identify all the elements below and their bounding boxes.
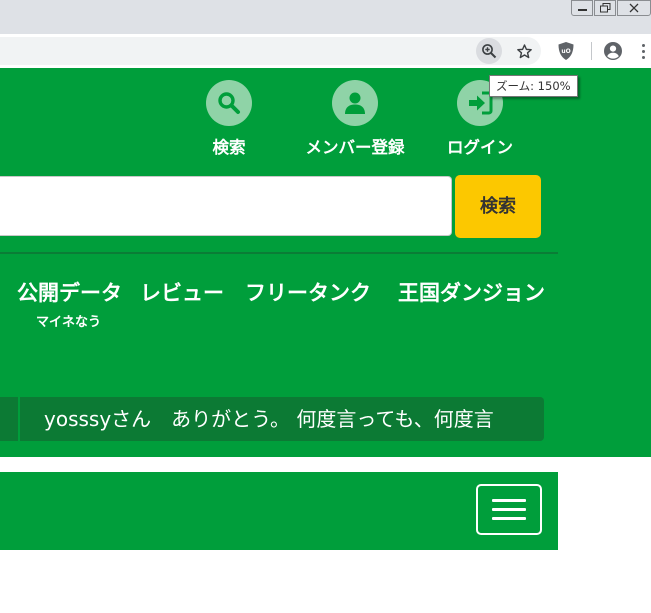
minimize-icon: [577, 9, 587, 11]
address-bar-row: [0, 34, 651, 68]
more-vert-icon: [641, 43, 645, 47]
ticker-label: [0, 397, 18, 441]
restore-button[interactable]: [594, 0, 616, 16]
search-button[interactable]: 検索: [455, 175, 541, 238]
svg-text:uO: uO: [561, 48, 570, 55]
nav-item-kingdom-dungeon[interactable]: 王国ダンジョン: [398, 277, 545, 307]
bookmark-button[interactable]: [511, 38, 537, 64]
zoom-button[interactable]: [476, 38, 502, 64]
ublock-shield-icon: uO: [558, 42, 574, 60]
extension-button[interactable]: uO: [555, 40, 577, 62]
profile-button[interactable]: [602, 40, 624, 62]
news-ticker[interactable]: yosssyさん ありがとう。 何度言っても、何度言: [20, 397, 544, 441]
search-icon: [218, 92, 240, 114]
close-window-button[interactable]: [617, 0, 651, 16]
header-link-register[interactable]: メンバー登録: [285, 80, 425, 158]
browser-menu-button[interactable]: [636, 40, 650, 62]
restore-icon: [599, 3, 610, 13]
header-link-label: 検索: [212, 138, 246, 157]
header-link-label: ログイン: [447, 138, 513, 157]
nav-item-sublabel[interactable]: マイネなう: [36, 311, 101, 330]
header-link-search[interactable]: 検索: [159, 80, 299, 158]
star-icon: [516, 43, 532, 58]
minimize-button[interactable]: [571, 0, 593, 16]
account-circle-icon: [604, 42, 622, 60]
nav-item-free-tank[interactable]: フリータンク: [245, 277, 371, 307]
close-icon: [629, 3, 639, 13]
omnibox[interactable]: [0, 37, 541, 65]
hamburger-icon: [492, 499, 526, 502]
zoom-tooltip: ズーム: 150%: [489, 75, 578, 97]
toolbar-separator: [591, 42, 592, 60]
header-link-label: メンバー登録: [305, 138, 405, 157]
window-titlebar: [0, 0, 651, 34]
nav-item-review[interactable]: レビュー: [140, 277, 224, 307]
hamburger-menu-button[interactable]: [476, 484, 542, 535]
mobile-navbar: [0, 472, 558, 550]
search-input[interactable]: [0, 176, 452, 236]
person-icon: [345, 92, 365, 114]
nav-item-public-data[interactable]: 公開データ: [17, 277, 122, 307]
divider: [0, 252, 558, 254]
zoom-in-icon: [482, 44, 497, 59]
